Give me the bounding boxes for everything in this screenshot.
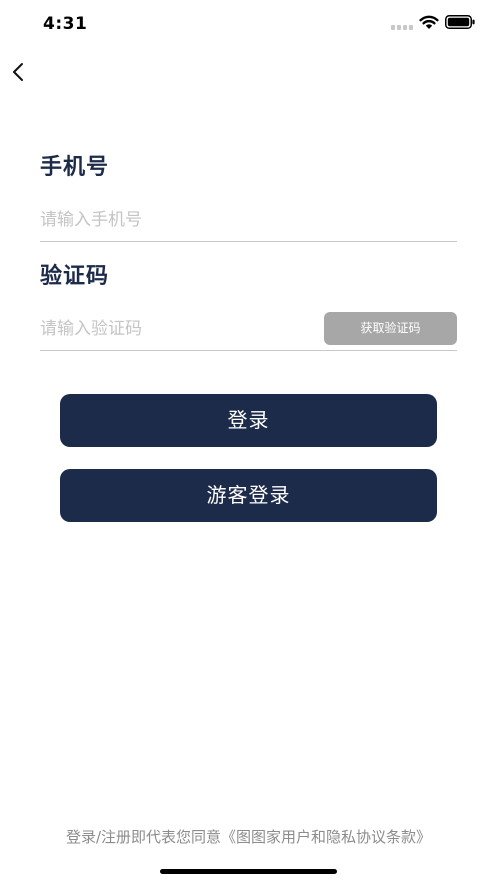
code-label: 验证码 — [40, 264, 110, 289]
guest-login-button[interactable]: 游客登录 — [60, 469, 437, 522]
back-button[interactable] — [6, 56, 34, 88]
phone-divider — [40, 241, 457, 242]
battery-icon — [445, 15, 475, 29]
chevron-left-icon — [13, 63, 23, 81]
verification-code-input[interactable] — [40, 311, 320, 347]
cellular-signal-icon — [391, 25, 413, 30]
get-code-button[interactable]: 获取验证码 — [324, 312, 457, 345]
login-screen: 4:31 手机号 验证码 获取验证码 登录 游客登录 登录/注册即代表您同意《图… — [0, 0, 497, 883]
status-bar: 4:31 — [0, 0, 497, 48]
home-indicator — [160, 869, 337, 874]
status-time: 4:31 — [43, 14, 88, 34]
agreement-link[interactable]: 登录/注册即代表您同意《图图家用户和隐私协议条款》 — [0, 826, 497, 847]
phone-input[interactable] — [40, 202, 457, 238]
code-divider — [40, 350, 457, 351]
phone-label: 手机号 — [40, 155, 110, 180]
wifi-icon — [419, 15, 439, 29]
login-button[interactable]: 登录 — [60, 394, 437, 447]
